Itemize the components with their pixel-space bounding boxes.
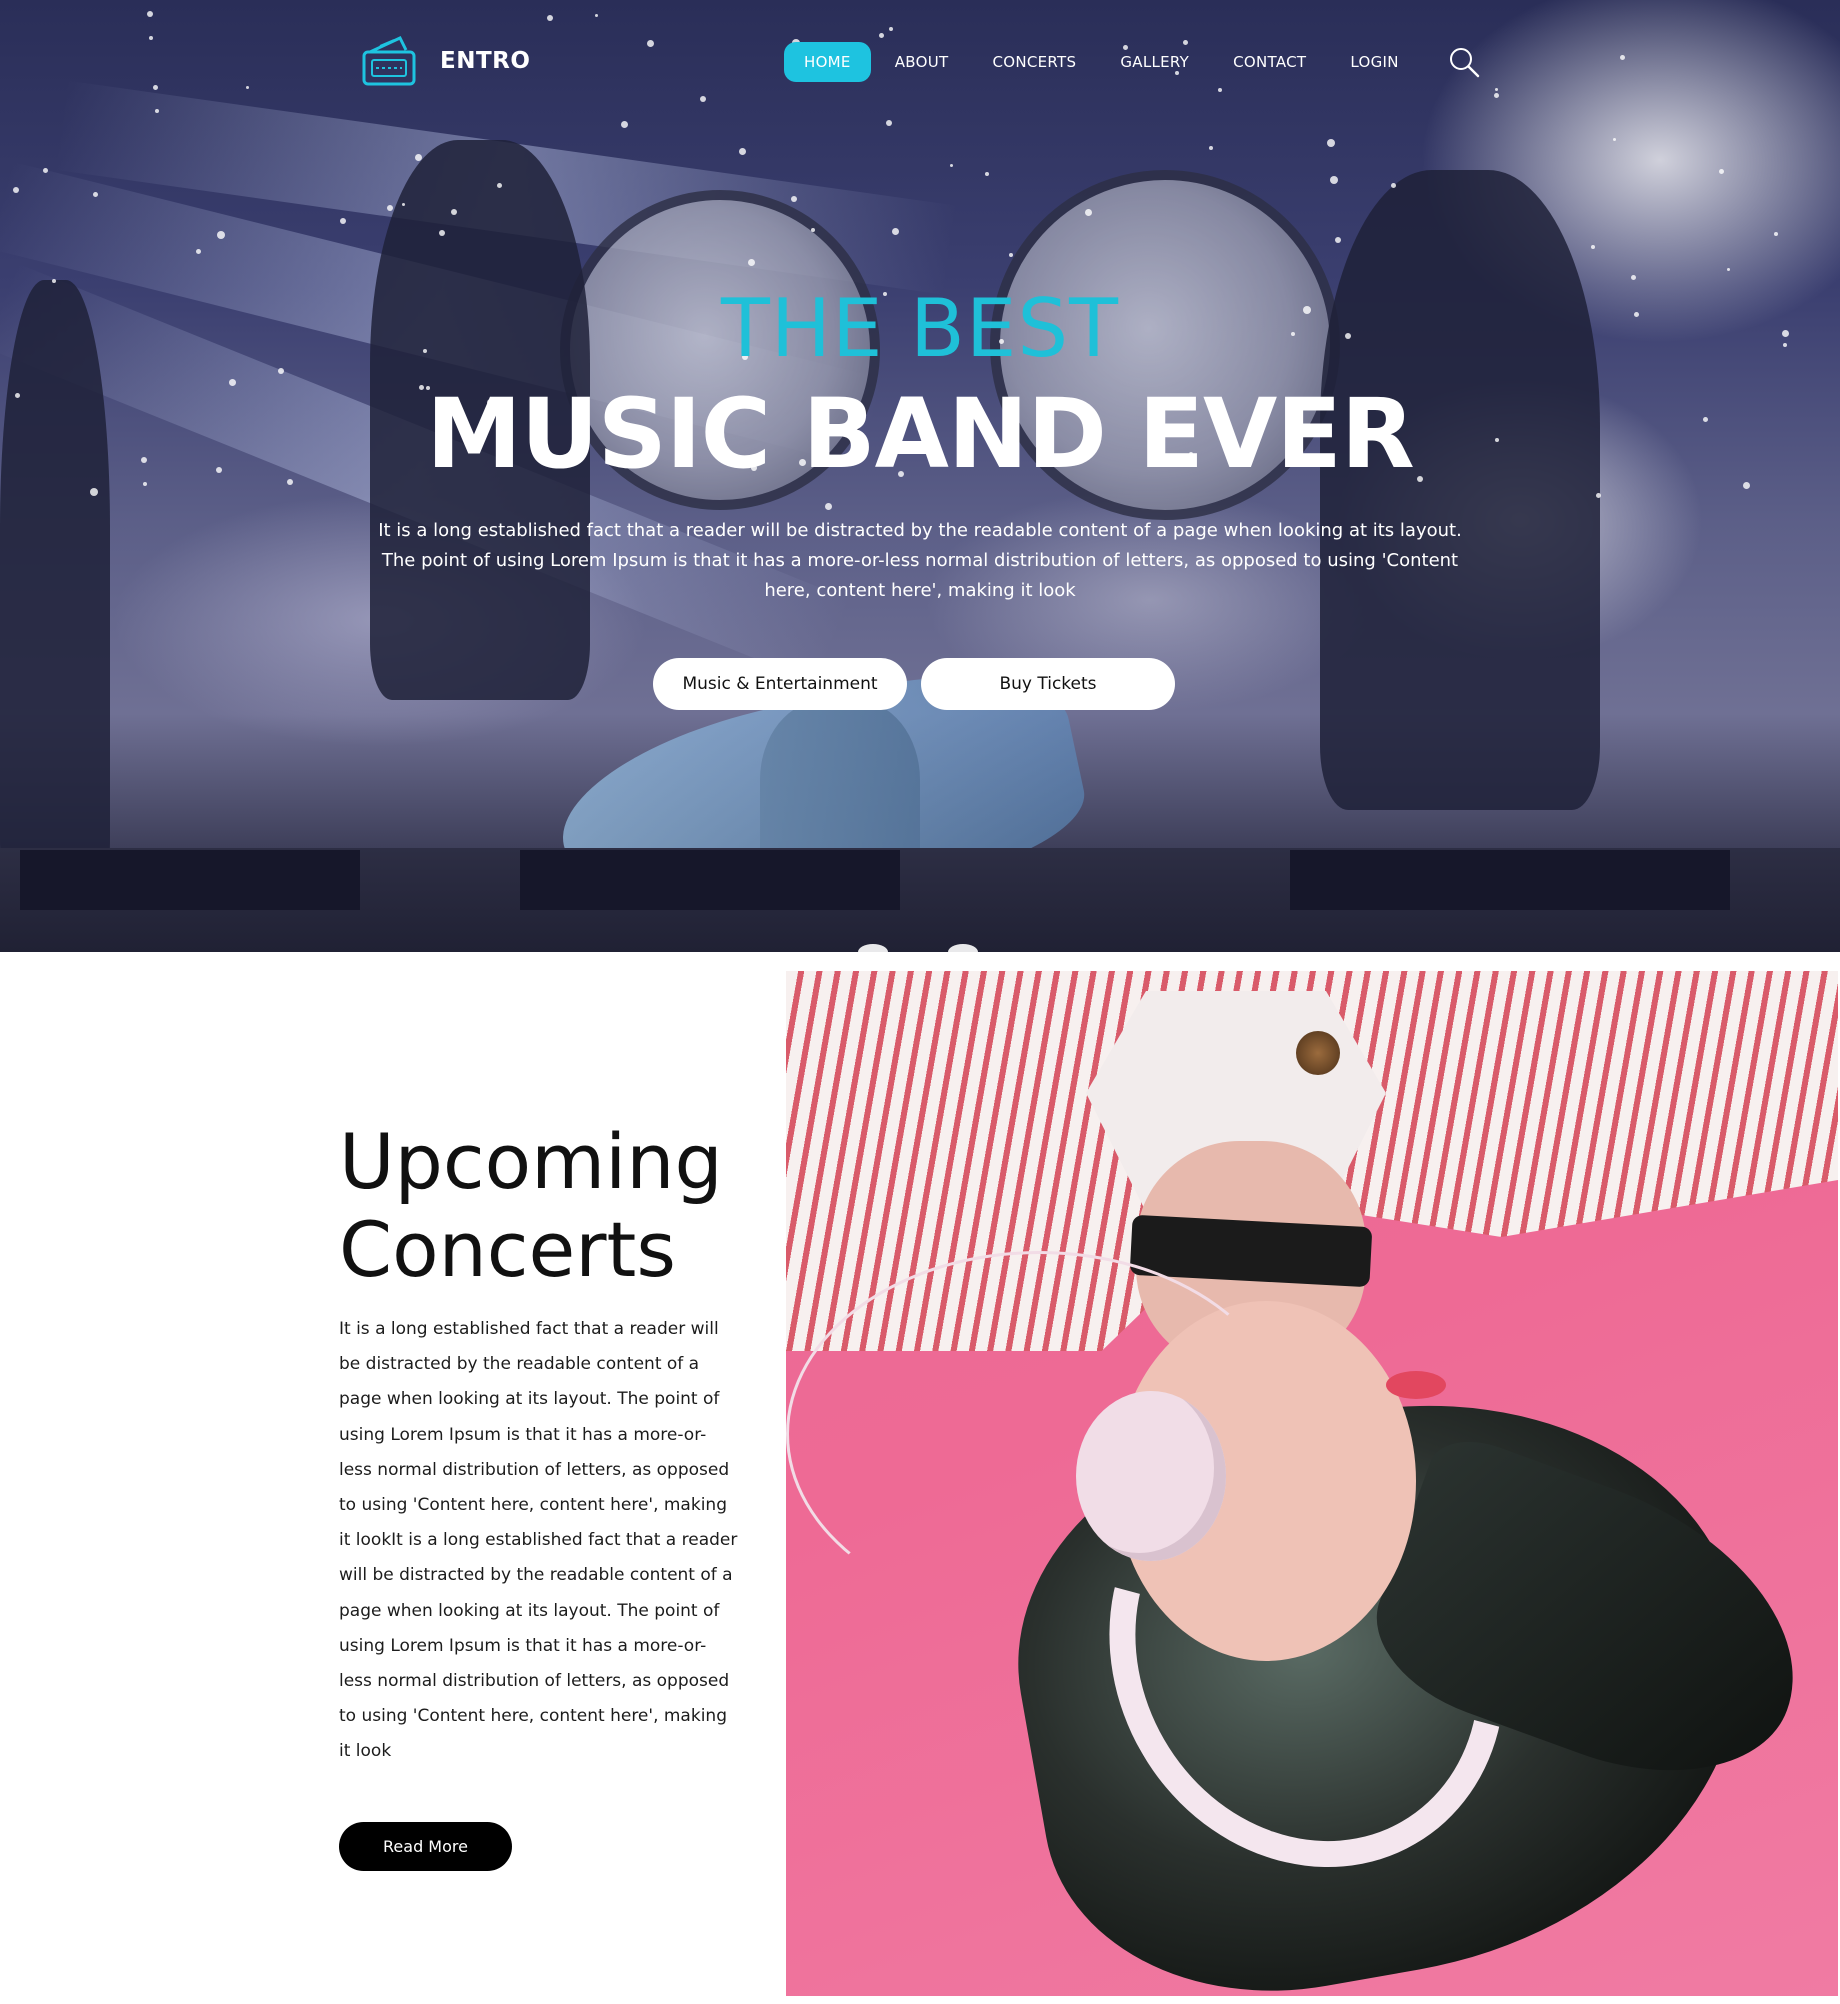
shirt-button (1296, 1031, 1340, 1075)
confetti-particle (1209, 146, 1213, 150)
confetti-particle (155, 109, 159, 113)
confetti-particle (147, 11, 153, 17)
drummer-figure (1320, 170, 1600, 810)
confetti-particle (1613, 138, 1616, 141)
nav-item-home[interactable]: HOME (784, 42, 871, 82)
buy-tickets-button[interactable]: Buy Tickets (921, 658, 1175, 710)
concerts-description: It is a long established fact that a rea… (339, 1319, 738, 1762)
confetti-particle (791, 196, 797, 202)
confetti-particle (595, 14, 598, 17)
hero-section: ENTRO HOME ABOUT CONCERTS GALLERY CONTAC… (0, 0, 1840, 952)
confetti-particle (497, 183, 502, 188)
confetti-particle (153, 85, 158, 90)
confetti-particle (1494, 93, 1499, 98)
confetti-particle (1596, 493, 1601, 498)
main-nav: HOME ABOUT CONCERTS GALLERY CONTACT LOGI… (784, 42, 1423, 82)
confetti-particle (547, 15, 553, 21)
stage-speaker (20, 850, 360, 910)
confetti-particle (387, 205, 393, 211)
music-entertainment-button[interactable]: Music & Entertainment (653, 658, 907, 710)
confetti-particle (1727, 268, 1730, 271)
confetti-particle (892, 228, 899, 235)
confetti-particle (246, 86, 249, 89)
confetti-particle (1774, 232, 1778, 236)
hero-title: MUSIC BAND EVER (426, 378, 1415, 490)
nav-item-login[interactable]: LOGIN (1330, 42, 1418, 82)
brand[interactable]: ENTRO (360, 32, 530, 90)
confetti-particle (985, 172, 989, 176)
confetti-particle (879, 33, 884, 38)
confetti-particle (950, 164, 953, 167)
confetti-particle (1085, 209, 1092, 216)
confetti-particle (439, 230, 445, 236)
confetti-particle (1620, 55, 1625, 60)
headphone-ear-cup (1076, 1391, 1226, 1561)
confetti-particle (217, 231, 225, 239)
concerts-title: Upcoming Concerts (339, 1118, 723, 1294)
concerts-title-line1: Upcoming (339, 1117, 723, 1206)
concert-photo (786, 971, 1838, 1996)
nav-item-concerts[interactable]: CONCERTS (972, 42, 1096, 82)
confetti-particle (748, 259, 755, 266)
confetti-particle (889, 27, 893, 31)
stage-speaker (520, 850, 900, 910)
confetti-particle (621, 121, 628, 128)
confetti-particle (825, 503, 832, 510)
confetti-particle (1330, 176, 1338, 184)
confetti-particle (1391, 183, 1396, 188)
lips (1386, 1371, 1446, 1399)
hero-description: It is a long established fact that a rea… (378, 520, 1462, 601)
confetti-particle (1009, 253, 1013, 257)
confetti-particle (1591, 245, 1595, 249)
confetti-particle (149, 36, 153, 40)
confetti-particle (1218, 88, 1222, 92)
ticket-icon (362, 36, 416, 86)
confetti-particle (700, 96, 706, 102)
nav-item-about[interactable]: ABOUT (875, 42, 969, 82)
brand-name: ENTRO (440, 48, 531, 74)
confetti-particle (93, 192, 98, 197)
confetti-particle (13, 187, 19, 193)
confetti-particle (451, 209, 457, 215)
confetti-particle (1631, 275, 1636, 280)
confetti-particle (811, 228, 815, 232)
confetti-particle (340, 218, 346, 224)
confetti-particle (1327, 139, 1335, 147)
confetti-particle (415, 154, 422, 161)
confetti-particle (647, 40, 654, 47)
read-more-button[interactable]: Read More (339, 1822, 512, 1871)
confetti-particle (196, 249, 201, 254)
stage-speaker (1290, 850, 1730, 910)
nav-item-gallery[interactable]: GALLERY (1100, 42, 1209, 82)
hero-subtitle: THE BEST (720, 282, 1120, 375)
search-icon[interactable] (1448, 46, 1480, 78)
confetti-particle (886, 120, 892, 126)
confetti-particle (1335, 237, 1341, 243)
nav-item-contact[interactable]: CONTACT (1213, 42, 1326, 82)
confetti-particle (739, 148, 746, 155)
confetti-particle (402, 203, 405, 206)
confetti-particle (43, 168, 48, 173)
confetti-particle (1495, 88, 1498, 91)
concerts-title-line2: Concerts (339, 1205, 676, 1294)
confetti-particle (1719, 169, 1724, 174)
